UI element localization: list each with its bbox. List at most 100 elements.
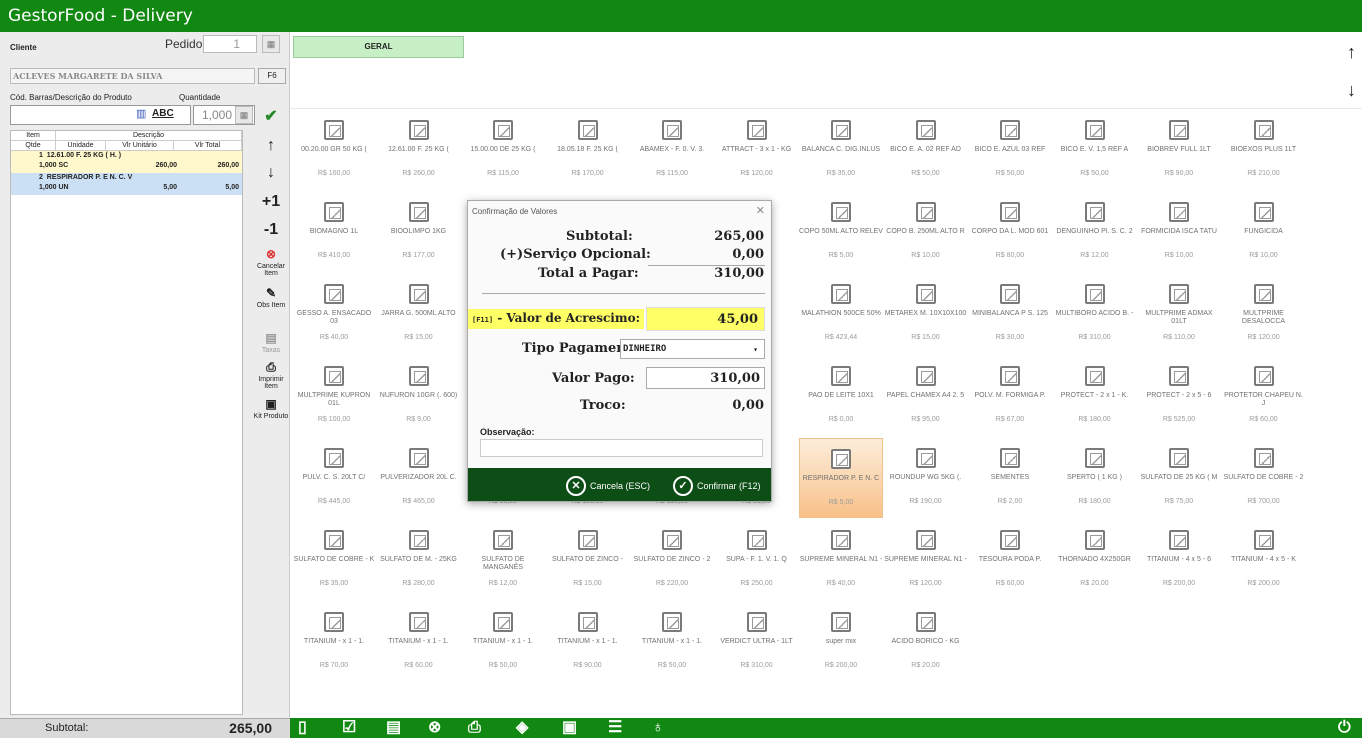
- header-vlr-total: Vlr Total: [174, 141, 242, 150]
- cliente-field[interactable]: ACLEVES MARGARETE DA SILVA: [10, 68, 255, 84]
- confirm-item-button[interactable]: ✔: [252, 108, 290, 126]
- dialog-subtotal-label: Subtotal:: [566, 229, 633, 244]
- money-bag-icon[interactable]: ♁: [652, 719, 664, 737]
- confirm-values-dialog: Confirmação de Valores ✕ Subtotal: 265,0…: [467, 200, 772, 502]
- receipt-icon: ▤: [265, 331, 277, 345]
- barcode-icon[interactable]: ▥: [136, 108, 148, 120]
- acrescimo-label: [F11] - Valor de Acrescimo:: [468, 309, 644, 329]
- cancel-order-icon[interactable]: ⊗: [428, 719, 441, 737]
- dialog-footer: ✕ Cancela (ESC) ✓ Confirmar (F12): [468, 468, 771, 501]
- edit-icon: ✎: [265, 286, 277, 300]
- tipo-pagamento-select[interactable]: DINHEIRO ▾: [620, 339, 765, 359]
- total-label: Total a Pagar:: [538, 266, 639, 281]
- valor-pago-label: Valor Pago:: [552, 371, 635, 386]
- header-unidade: Unidade: [56, 141, 106, 150]
- print-icon[interactable]: ⎙: [468, 719, 481, 737]
- item-num: 2: [39, 174, 43, 181]
- item-total: 260,00: [217, 162, 239, 169]
- item-total: 5,00: [225, 184, 239, 191]
- kit-produto-button[interactable]: ▣ Kit Produto: [252, 395, 290, 420]
- order-panel: Cliente Pedido 1 ▦ ACLEVES MARGARETE DA …: [0, 32, 290, 738]
- table-row[interactable]: 2 RESPIRADOR P. E N. C. V 1,000 UN 5,00 5,…: [11, 173, 242, 195]
- header-vlr-unitario: Vlr Unitário: [106, 141, 174, 150]
- cliente-search-button[interactable]: F6: [258, 68, 286, 84]
- edit-order-icon[interactable]: ☑: [342, 719, 356, 737]
- close-icon[interactable]: ✕: [756, 204, 765, 217]
- subtotal-value: 265,00: [229, 720, 272, 736]
- cancel-item-button[interactable]: ⊗ Cancelar Item: [252, 245, 290, 277]
- tab-geral[interactable]: GERAL: [293, 36, 464, 58]
- acrescimo-field[interactable]: 45,00: [646, 307, 765, 331]
- power-icon[interactable]: ⏻: [1338, 719, 1351, 737]
- item-desc: 12.61.00 F. 25 KG ( H. ): [46, 152, 122, 159]
- servico-label: (+)Serviço Opcional:: [500, 247, 651, 262]
- scroll-down-icon[interactable]: ↓: [1347, 80, 1356, 101]
- print-item-button[interactable]: ⎙ Imprimir Item: [252, 358, 290, 390]
- table-header-2: Qtde Unidade Vlr Unitário Vlr Total: [11, 141, 242, 151]
- codigo-label: Cód. Barras/Descrição do Produto: [10, 93, 132, 102]
- header-qtde: Qtde: [11, 141, 56, 150]
- table-row[interactable]: 1 12.61.00 F. 25 KG ( H. ) 1,000 SC 260,0…: [11, 151, 242, 173]
- taxas-button[interactable]: ▤ Taxas: [252, 329, 290, 354]
- cancel-button[interactable]: ✕ Cancela (ESC): [566, 476, 650, 496]
- cancel-label: Cancela (ESC): [590, 481, 651, 491]
- plus-one-button[interactable]: +1: [252, 193, 290, 211]
- printer-icon: ⎙: [266, 360, 276, 374]
- subtotal-bar: Subtotal: 265,00: [0, 718, 290, 738]
- minus-one-label: -1: [263, 221, 279, 238]
- move-down-button[interactable]: ↓: [252, 164, 290, 182]
- pedido-field[interactable]: 1: [203, 35, 257, 53]
- dialog-title: Confirmação de Valores: [472, 207, 558, 216]
- pedido-label: Pedido: [165, 37, 203, 51]
- kit-produto-label: Kit Produto: [253, 413, 289, 420]
- check-icon: ✔: [264, 108, 278, 125]
- arrow-down-icon: ↓: [267, 164, 275, 181]
- kit-icon: ▣: [265, 397, 277, 411]
- modal-overlay: [290, 108, 1362, 718]
- confirm-label: Confirmar (F12): [697, 481, 761, 491]
- item-desc: RESPIRADOR P. E N. C. V: [46, 174, 133, 181]
- observacao-field[interactable]: [480, 439, 763, 457]
- plus-one-label: +1: [261, 193, 281, 210]
- troco-label: Troco:: [580, 398, 626, 413]
- cancel-icon: ⊗: [265, 247, 277, 261]
- minus-one-button[interactable]: -1: [252, 221, 290, 239]
- box-icon[interactable]: ◈: [516, 719, 528, 737]
- scroll-up-icon[interactable]: ↑: [1347, 42, 1356, 63]
- confirm-button[interactable]: ✓ Confirmar (F12): [673, 476, 761, 496]
- tipo-pagamento-value: DINHEIRO: [623, 344, 667, 354]
- new-order-icon[interactable]: ▯: [298, 719, 307, 737]
- obs-item-label: Obs Item: [256, 302, 286, 309]
- servico-value: 0,00: [732, 247, 764, 262]
- check-circle-icon: ✓: [673, 476, 693, 496]
- total-value: 310,00: [714, 266, 764, 281]
- item-unit: 5,00: [163, 184, 177, 191]
- divider: [482, 293, 765, 294]
- pedido-grid-icon[interactable]: ▦: [262, 35, 280, 53]
- abc-toggle[interactable]: ABC: [152, 108, 174, 119]
- bottom-toolbar: ▯ ☑ ▤ ⊗ ⎙ ◈ ▣ ☰ ♁ ⏻: [290, 718, 1362, 738]
- quantidade-label: Quantidade: [179, 93, 221, 102]
- cancel-circle-icon: ✕: [566, 476, 586, 496]
- f6-label: F6: [267, 71, 277, 80]
- obs-item-button[interactable]: ✎ Obs Item: [252, 284, 290, 309]
- quantidade-grid-icon[interactable]: ▦: [235, 106, 253, 124]
- chevron-down-icon: ▾: [753, 345, 758, 354]
- table-header: Item Descrição: [11, 131, 242, 141]
- arrow-up-icon: ↑: [267, 137, 275, 154]
- item-qtde: 1,000 UN: [39, 184, 69, 191]
- document-icon[interactable]: ▤: [386, 719, 401, 737]
- list-icon[interactable]: ☰: [608, 719, 622, 737]
- item-num: 1: [39, 152, 43, 159]
- move-up-button[interactable]: ↑: [252, 137, 290, 155]
- f11-key: [F11]: [472, 316, 494, 324]
- window-title: GestorFood - Delivery: [0, 0, 1362, 32]
- dialog-subtotal-value: 265,00: [714, 229, 764, 244]
- calculator-icon[interactable]: ▣: [562, 719, 577, 737]
- item-qtde: 1,000 SC: [39, 162, 69, 169]
- item-unit: 260,00: [155, 162, 177, 169]
- acrescimo-text: - Valor de Acrescimo:: [497, 311, 640, 325]
- valor-pago-field[interactable]: 310,00: [646, 367, 765, 389]
- cancel-item-label: Cancelar Item: [256, 263, 285, 277]
- items-table: Item Descrição Qtde Unidade Vlr Unitário…: [10, 130, 243, 715]
